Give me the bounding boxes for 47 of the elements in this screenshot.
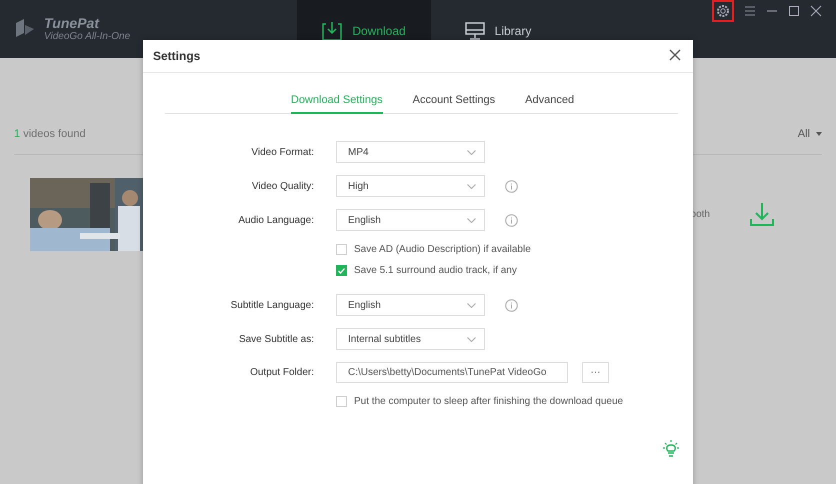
- chevron-icon: [467, 150, 476, 154]
- dropdown[interactable]: English: [336, 209, 485, 231]
- dialog-title: Settings: [153, 49, 200, 63]
- app-name: TunePat: [44, 16, 100, 31]
- checkbox-label: Save 5.1 surround audio track, if any: [354, 265, 517, 276]
- gear-icon: [716, 4, 730, 18]
- logo-icon: [14, 19, 36, 39]
- lightbulb-icon[interactable]: [663, 440, 679, 458]
- close-button[interactable]: [669, 49, 683, 63]
- field-label: Subtitle Language:: [230, 300, 314, 310]
- monitor-icon: [464, 21, 485, 41]
- checkbox[interactable]: [336, 244, 347, 255]
- chevron-icon: [467, 336, 476, 342]
- app-subtitle: VideoGo All-In-One: [44, 31, 130, 42]
- nav-tab[interactable]: Library: [431, 0, 565, 58]
- dropdown[interactable]: English: [336, 294, 485, 316]
- settings-button[interactable]: [712, 0, 734, 22]
- settings-tab[interactable]: Advanced: [525, 90, 574, 114]
- field-label: Output Folder:: [249, 367, 314, 378]
- info-icon[interactable]: [505, 298, 518, 312]
- filter-dropdown[interactable]: All: [798, 128, 822, 140]
- chevron-icon: [467, 218, 476, 222]
- dropdown[interactable]: MP4: [336, 141, 485, 163]
- field-label: Audio Language:: [237, 214, 314, 226]
- field-label: Video Format:: [250, 146, 314, 158]
- checkbox-label: Save AD (Audio Description) if available: [354, 244, 531, 255]
- checkbox[interactable]: [336, 265, 347, 276]
- menu-icon[interactable]: [744, 5, 756, 17]
- field-label: Video Quality:: [250, 180, 314, 192]
- field-label: Save Subtitle as:: [238, 334, 314, 344]
- download-icon[interactable]: [748, 200, 776, 228]
- browse-button[interactable]: ···: [582, 362, 609, 383]
- chevron-icon: [467, 302, 476, 308]
- maximize-icon[interactable]: [788, 5, 800, 17]
- dropdown[interactable]: Internal subtitles: [336, 328, 485, 350]
- dropdown[interactable]: High: [336, 175, 485, 197]
- close-icon[interactable]: [810, 5, 822, 17]
- info-icon[interactable]: [505, 180, 518, 192]
- caret-icon: [816, 132, 822, 136]
- checkbox-label: Put the computer to sleep after finishing the download queue: [354, 396, 624, 407]
- download-icon: [322, 21, 342, 41]
- chevron-icon: [467, 184, 476, 188]
- folder-field[interactable]: C:\Users\betty\Documents\TunePat VideoGo: [336, 362, 568, 383]
- settings-tab[interactable]: Account Settings: [412, 90, 496, 114]
- results-count: 1 videos found: [14, 128, 86, 140]
- info-icon[interactable]: [505, 214, 518, 226]
- checkbox[interactable]: [336, 396, 347, 407]
